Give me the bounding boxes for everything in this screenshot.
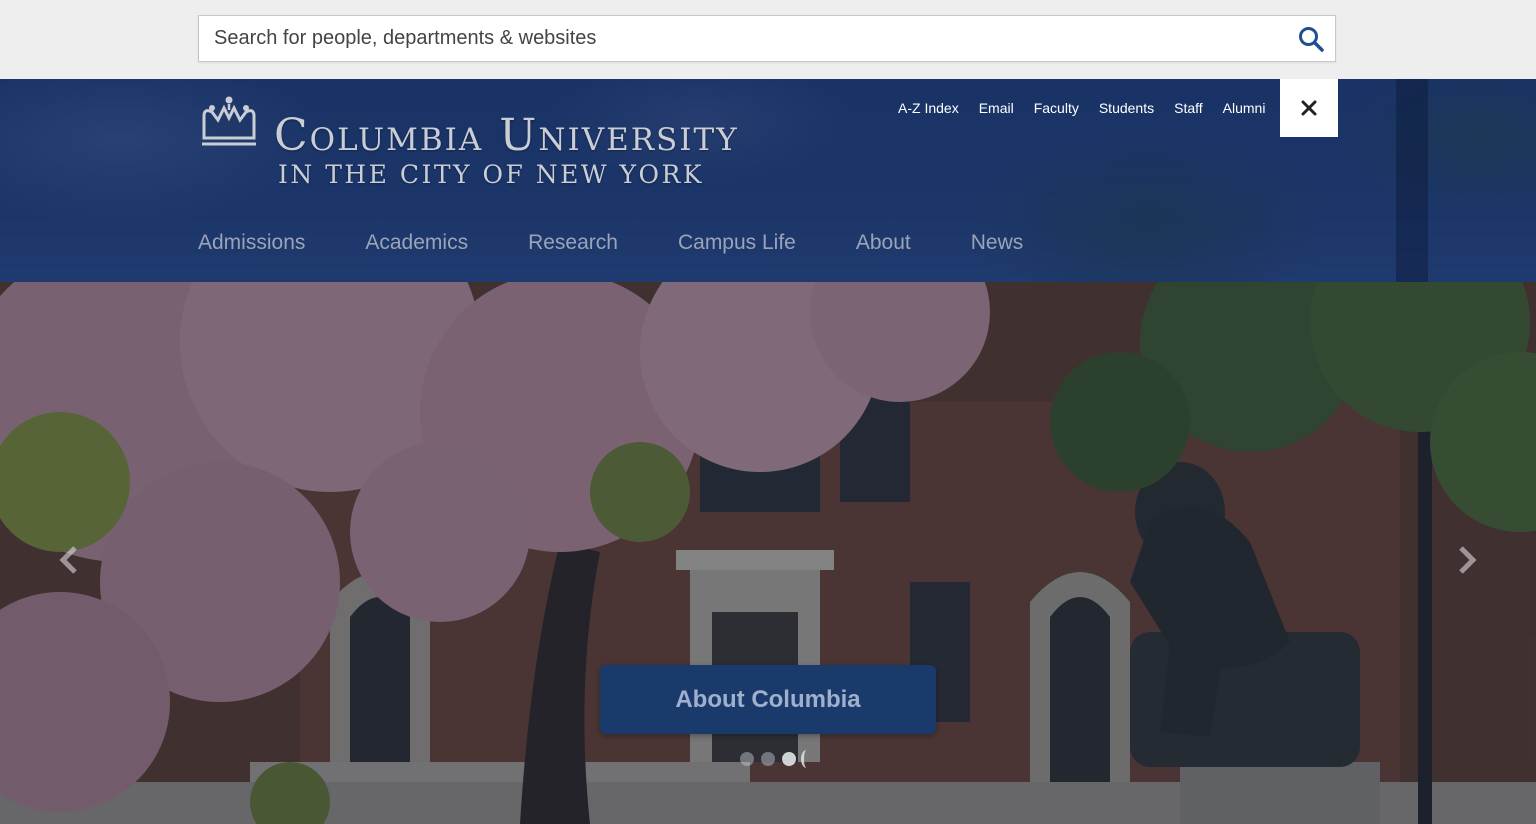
nav-about[interactable]: About <box>856 231 911 261</box>
chevron-right-icon <box>1459 546 1477 574</box>
utility-link-alumni[interactable]: Alumni <box>1213 100 1276 118</box>
utility-link-email[interactable]: Email <box>969 100 1024 118</box>
search-button[interactable] <box>1287 16 1335 61</box>
carousel-prev-button[interactable] <box>54 540 84 580</box>
main-nav: Admissions Academics Research Campus Lif… <box>198 231 1083 261</box>
carousel-next-button[interactable] <box>1452 540 1482 580</box>
search-input[interactable] <box>199 16 1279 61</box>
crown-icon <box>202 96 256 146</box>
carousel-pause-icon[interactable] <box>801 750 812 768</box>
carousel-indicators <box>740 750 812 768</box>
utility-link-faculty[interactable]: Faculty <box>1024 100 1089 118</box>
nav-campus-life[interactable]: Campus Life <box>678 231 796 261</box>
utility-link-az-index[interactable]: A-Z Index <box>888 100 969 118</box>
close-icon <box>1301 100 1317 116</box>
utility-link-staff[interactable]: Staff <box>1164 100 1213 118</box>
close-search-button[interactable] <box>1280 79 1338 137</box>
nav-research[interactable]: Research <box>528 231 618 261</box>
search-box <box>198 15 1336 62</box>
search-icon <box>1299 26 1324 52</box>
chevron-left-icon <box>59 546 77 574</box>
logo-title: Columbia University <box>274 110 739 161</box>
university-logo[interactable]: Columbia University IN THE CITY OF NEW Y… <box>198 94 818 194</box>
about-columbia-button[interactable]: About Columbia <box>600 665 936 734</box>
carousel-dot-1[interactable] <box>740 752 754 766</box>
carousel-dot-3[interactable] <box>782 752 796 766</box>
utility-nav: A-Z Index Email Faculty Students Staff A… <box>888 100 1275 118</box>
nav-academics[interactable]: Academics <box>365 231 468 261</box>
carousel-dot-2[interactable] <box>761 752 775 766</box>
logo-subtitle: IN THE CITY OF NEW YORK <box>278 160 705 189</box>
utility-link-students[interactable]: Students <box>1089 100 1164 118</box>
hero-carousel: About Columbia <box>0 282 1536 824</box>
nav-admissions[interactable]: Admissions <box>198 231 305 261</box>
search-band <box>0 0 1536 79</box>
nav-news[interactable]: News <box>971 231 1024 261</box>
